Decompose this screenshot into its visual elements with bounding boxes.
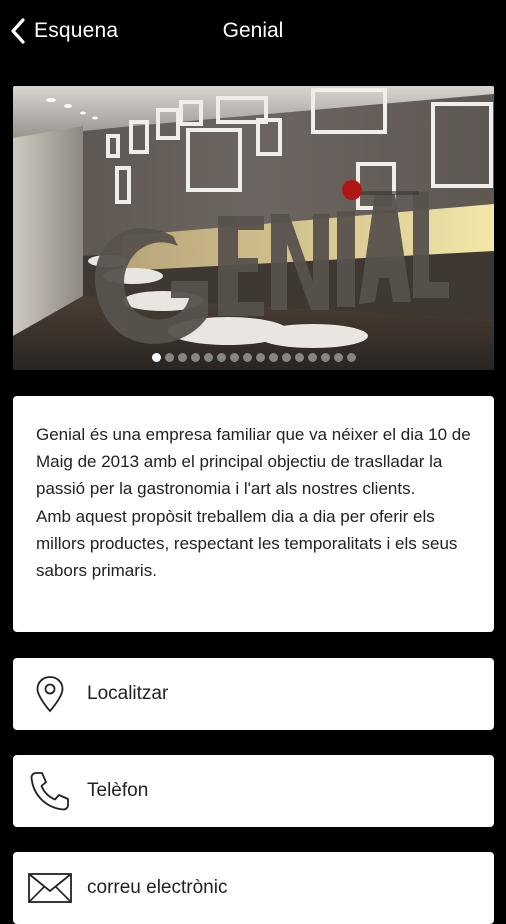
locate-button[interactable]: Localitzar	[13, 658, 494, 730]
phone-label: Telèfon	[87, 780, 149, 801]
phone-icon	[13, 755, 87, 827]
carousel-dot[interactable]	[190, 353, 200, 362]
location-pin-icon	[13, 658, 87, 730]
locate-label: Localitzar	[87, 683, 169, 704]
carousel-dot[interactable]	[216, 353, 226, 362]
carousel-dot[interactable]	[164, 353, 174, 362]
phone-button[interactable]: Telèfon	[13, 755, 494, 827]
email-label: correu electrònic	[87, 877, 228, 898]
email-button[interactable]: correu electrònic	[13, 852, 494, 924]
description-paragraph-1: Genial és una empresa familiar que va né…	[36, 425, 471, 499]
back-label: Esquena	[34, 19, 119, 42]
carousel-dot[interactable]	[203, 353, 213, 362]
restaurant-photo	[13, 86, 494, 370]
carousel-dot[interactable]	[151, 353, 161, 362]
back-button[interactable]: Esquena	[10, 14, 118, 48]
chevron-left-icon	[11, 18, 25, 44]
carousel-dot[interactable]	[281, 353, 291, 362]
carousel-dot[interactable]	[242, 353, 252, 362]
carousel-dot[interactable]	[294, 353, 304, 362]
description-paragraph-2: Amb aquest propòsit treballem dia a dia …	[36, 506, 458, 581]
hero-image-carousel[interactable]	[13, 86, 494, 370]
description-card: Genial és una empresa familiar que va né…	[13, 396, 494, 632]
carousel-dot[interactable]	[320, 353, 330, 362]
carousel-dot[interactable]	[307, 353, 317, 362]
carousel-page-indicator[interactable]	[13, 353, 494, 362]
carousel-dot[interactable]	[333, 353, 343, 362]
carousel-dot[interactable]	[229, 353, 239, 362]
logo-red-dot	[342, 180, 362, 200]
carousel-dot[interactable]	[346, 353, 356, 362]
carousel-dot[interactable]	[177, 353, 187, 362]
navigation-bar: Esquena Genial	[0, 0, 506, 62]
carousel-dot[interactable]	[268, 353, 278, 362]
envelope-icon	[13, 852, 87, 924]
carousel-dot[interactable]	[255, 353, 265, 362]
